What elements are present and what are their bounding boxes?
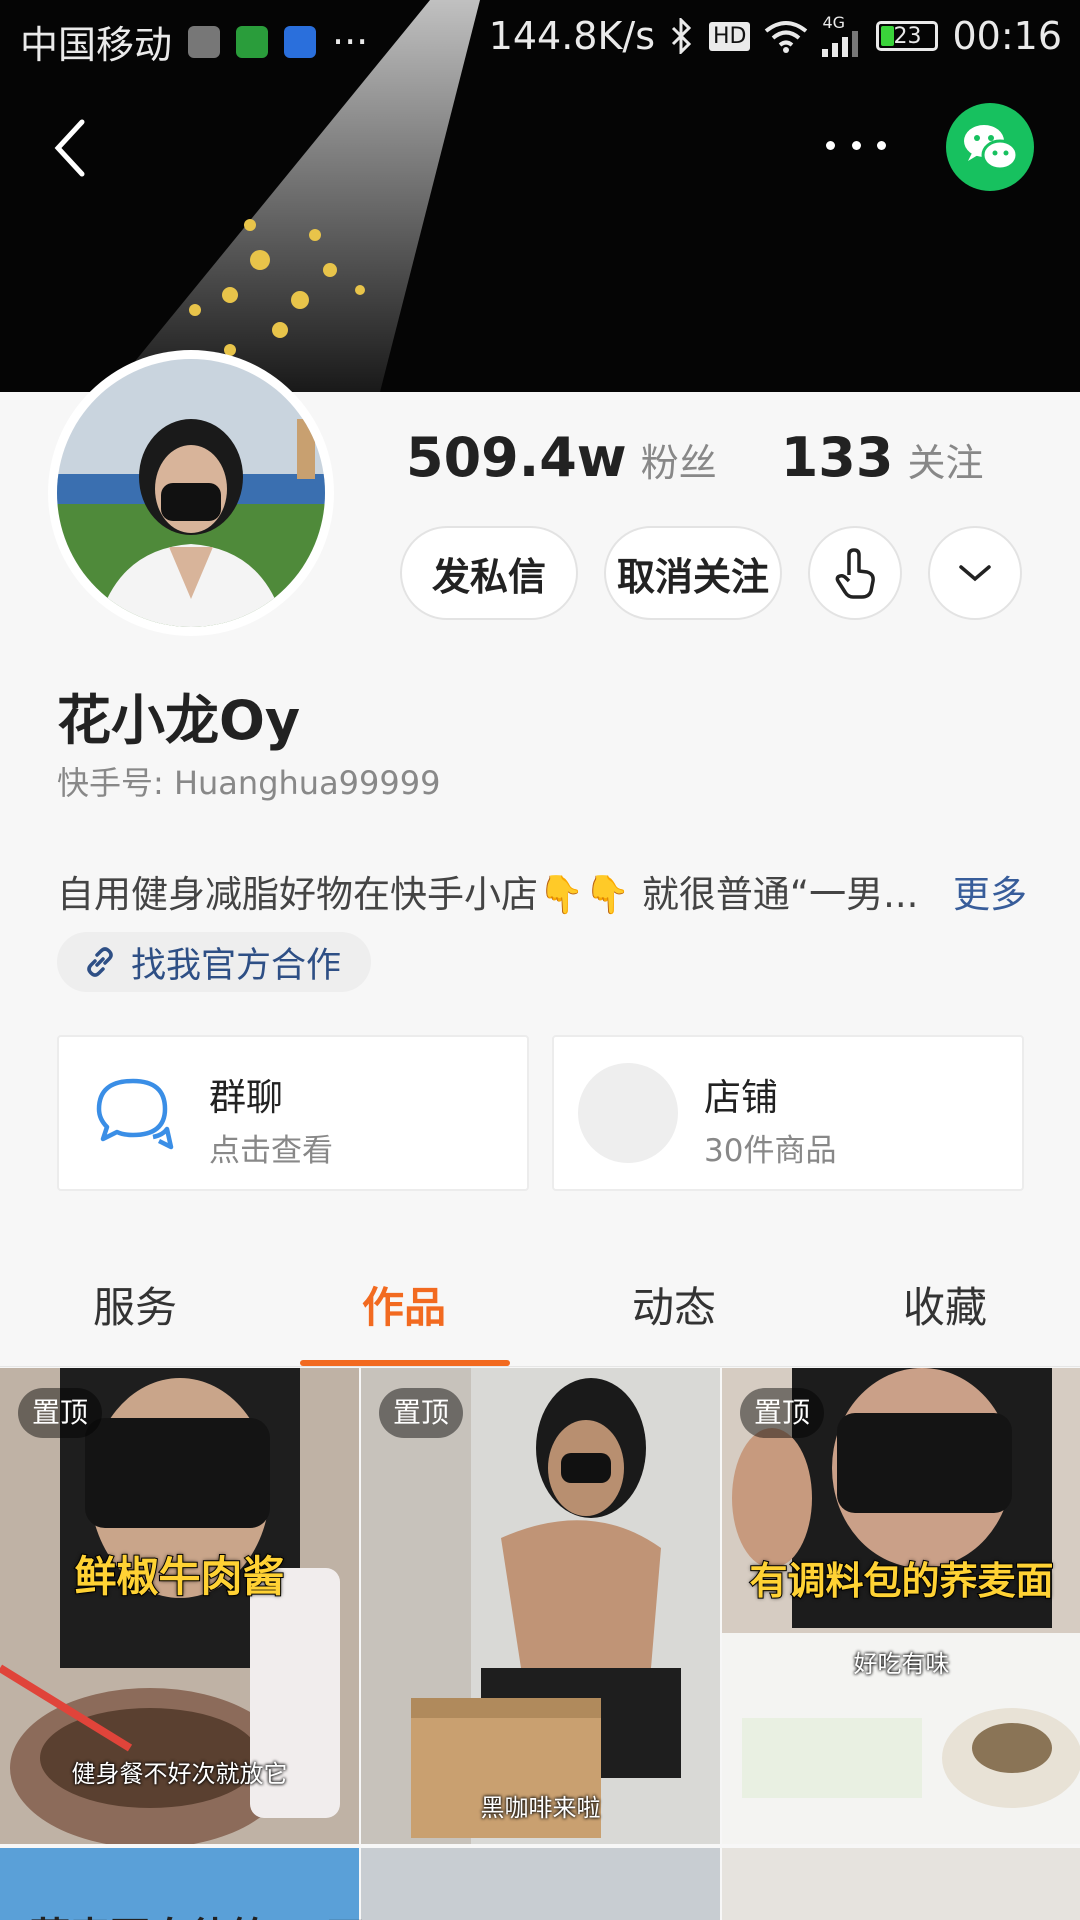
- message-notification-icon: [284, 25, 317, 58]
- expand-recommend-button[interactable]: [928, 526, 1022, 620]
- send-message-button[interactable]: 发私信: [400, 526, 578, 620]
- back-arrow-icon[interactable]: [50, 118, 90, 178]
- clock: 00:16: [952, 14, 1062, 58]
- shop-card[interactable]: 店铺 30件商品: [552, 1035, 1024, 1191]
- video-1-title: 鲜椒牛肉酱: [73, 1551, 285, 1602]
- profile-bio: 自用健身减脂好物在快手小店👇👇 就很普通“一男... 更多: [57, 864, 1027, 918]
- cooperation-label: 找我官方合作: [131, 945, 342, 986]
- shop-logo: [578, 1063, 678, 1163]
- video-4-title: 莆麦哥自律第11天: [30, 1905, 366, 1920]
- avatar[interactable]: [57, 359, 325, 627]
- link-icon: [87, 947, 113, 977]
- poke-button[interactable]: [808, 526, 902, 620]
- video-2-caption: 黑咖啡来啦: [480, 1794, 601, 1822]
- signal-icon: [822, 31, 859, 57]
- pinned-badge: 置顶: [379, 1388, 464, 1438]
- tab-services[interactable]: 服务: [93, 1274, 177, 1335]
- gallery-notification-icon: [188, 25, 221, 58]
- kuaishou-id: 快手号: Huanghua99999: [57, 764, 441, 802]
- tab-divider: [0, 1366, 1080, 1367]
- unfollow-button[interactable]: 取消关注: [604, 526, 782, 620]
- video-3-image: [722, 1368, 1080, 1844]
- official-cooperation-button[interactable]: 找我官方合作: [57, 932, 372, 992]
- wechat-icon: [964, 125, 1019, 171]
- video-thumbnail[interactable]: 置顶 有调料包的荞麦面 好吃有味: [722, 1368, 1080, 1844]
- battery-indicator: 23: [876, 21, 939, 51]
- tab-works[interactable]: 作品: [362, 1274, 446, 1335]
- fans-count[interactable]: 509.4w: [406, 426, 627, 489]
- finger-tap-icon: [835, 548, 875, 599]
- pinned-badge: 置顶: [18, 1388, 103, 1438]
- carrier-name: 中国移动: [20, 23, 173, 67]
- more-options-button[interactable]: [826, 120, 886, 170]
- video-thumbnail[interactable]: [361, 1848, 720, 1920]
- shop-subtitle: 30件商品: [704, 1133, 837, 1169]
- video-thumbnail[interactable]: [722, 1848, 1080, 1920]
- tab-moments[interactable]: 动态: [632, 1274, 716, 1335]
- video-3-caption: 好吃有味: [853, 1650, 950, 1678]
- profile-name: 花小龙Oy: [57, 689, 301, 752]
- group-chat-subtitle: 点击查看: [209, 1133, 333, 1169]
- video-2-image: [361, 1368, 720, 1844]
- cellular-signal: 4G: [822, 15, 862, 57]
- shop-title: 店铺: [704, 1076, 778, 1119]
- video-thumbnail[interactable]: 置顶 黑咖啡来啦: [361, 1368, 720, 1844]
- network-type: 4G: [822, 13, 846, 32]
- app-notification-icon: [236, 25, 269, 58]
- tab-favorites[interactable]: 收藏: [903, 1274, 987, 1335]
- wifi-icon: [765, 21, 808, 53]
- fans-label[interactable]: 粉丝: [641, 432, 717, 487]
- chevron-down-icon: [959, 565, 991, 582]
- group-chat-icon: [96, 1078, 174, 1150]
- pinned-badge: 置顶: [740, 1388, 825, 1438]
- hd-badge: HD: [709, 21, 751, 51]
- bio-text: 自用健身减脂好物在快手小店👇👇 就很普通“一男...: [57, 873, 919, 916]
- more-notifications: ···: [332, 19, 369, 64]
- status-bar: 中国移动 ··· 144.8K/s HD 4G 23 00:16: [0, 0, 1080, 74]
- profile-stats: 509.4w 粉丝 133 关注: [406, 426, 983, 489]
- bluetooth-icon: [671, 18, 692, 54]
- net-speed: 144.8K/s: [488, 14, 655, 58]
- video-1-caption: 健身餐不好次就放它: [71, 1760, 288, 1788]
- profile-page: 中国移动 ··· 144.8K/s HD 4G 23 00:16 509.4w …: [0, 0, 1080, 1920]
- video-3-title: 有调料包的荞麦面: [748, 1558, 1054, 1604]
- following-label[interactable]: 关注: [907, 432, 983, 487]
- bio-more-link[interactable]: 更多: [949, 864, 1027, 918]
- wechat-share-button[interactable]: [946, 103, 1034, 191]
- video-thumbnail[interactable]: 置顶 鲜椒牛肉酱 健身餐不好次就放它: [0, 1368, 359, 1844]
- group-chat-title: 群聊: [209, 1076, 283, 1119]
- group-chat-card[interactable]: 群聊 点击查看: [57, 1035, 529, 1191]
- following-count[interactable]: 133: [781, 426, 894, 489]
